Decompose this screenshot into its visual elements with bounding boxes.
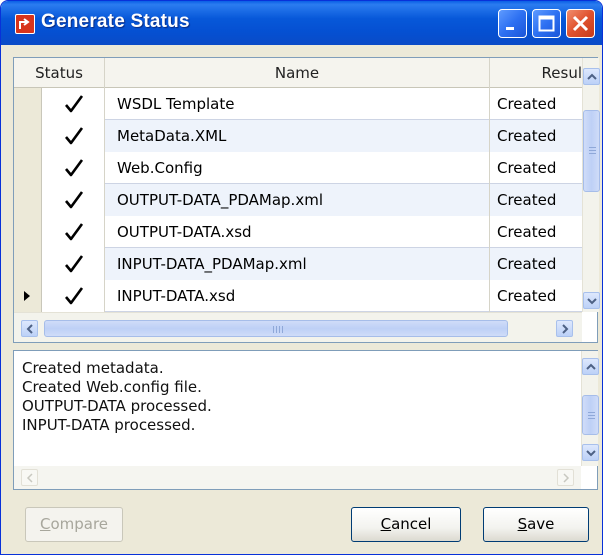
name-cell: WSDL Template (105, 88, 490, 120)
maximize-icon (538, 15, 555, 32)
save-mnemonic: S (517, 515, 528, 533)
status-cell (42, 216, 105, 248)
check-icon (65, 287, 84, 305)
result-cell: Created (497, 223, 557, 241)
scroll-thumb[interactable] (583, 110, 600, 192)
name-cell: OUTPUT-DATA.xsd (105, 216, 490, 248)
status-grid[interactable]: Status Name Resul WSDL Template Created … (13, 57, 600, 343)
table-row[interactable]: WSDL Template Created (14, 88, 582, 120)
scroll-thumb-horizontal[interactable] (44, 320, 508, 337)
check-icon (65, 127, 84, 145)
compare-button[interactable]: Compare (25, 507, 123, 542)
chevron-left-icon (26, 324, 33, 334)
result-cell: Created (490, 248, 582, 280)
status-cell (42, 248, 105, 280)
check-icon (65, 159, 84, 177)
log-output: Created metadata. Created Web.config fil… (22, 359, 577, 435)
name-cell: OUTPUT-DATA_PDAMap.xml (105, 184, 490, 216)
log-line: OUTPUT-DATA processed. (22, 397, 212, 415)
status-cell (42, 280, 105, 312)
check-icon (65, 255, 84, 273)
result-cell: Created (497, 159, 557, 177)
grid-header: Status Name Resul (14, 58, 582, 88)
app-icon (15, 14, 35, 34)
status-cell (42, 184, 105, 216)
window-title: Generate Status (41, 11, 190, 32)
status-cell (42, 120, 105, 152)
title-bar[interactable]: Generate Status (1, 1, 602, 45)
table-row[interactable]: INPUT-DATA_PDAMap.xml Created (14, 248, 582, 280)
row-selector[interactable] (14, 152, 42, 184)
generate-status-window: Generate Status Status Name Resul WSDL T… (0, 0, 603, 555)
cancel-mnemonic: C (380, 515, 392, 533)
result-cell: Created (497, 287, 557, 305)
name-cell: INPUT-DATA_PDAMap.xml (105, 248, 490, 280)
scroll-left-button[interactable] (21, 320, 38, 337)
table-row[interactable]: OUTPUT-DATA.xsd Created (14, 216, 582, 248)
status-cell (42, 88, 105, 120)
table-row[interactable]: INPUT-DATA.xsd Created (14, 280, 582, 312)
chevron-left-icon (26, 473, 33, 483)
grid-horizontal-scrollbar[interactable] (14, 312, 582, 342)
log-line: Created Web.config file. (22, 378, 202, 396)
table-row[interactable]: Web.Config Created (14, 152, 582, 184)
maximize-button[interactable] (532, 9, 561, 38)
grid-rows: WSDL Template Created MetaData.XML Creat… (14, 88, 582, 312)
scroll-down-button[interactable] (583, 292, 600, 309)
chevron-up-icon (586, 363, 596, 370)
log-textbox[interactable]: Created metadata. Created Web.config fil… (13, 350, 599, 490)
row-selector[interactable] (14, 280, 42, 312)
current-row-arrow-icon (24, 291, 30, 301)
name-cell: MetaData.XML (105, 120, 490, 152)
result-cell: Created (497, 95, 557, 113)
log-vertical-scrollbar[interactable] (581, 351, 599, 466)
result-cell: Created (490, 120, 582, 152)
name-cell: Web.Config (105, 152, 490, 184)
close-icon (572, 15, 589, 32)
log-line: Created metadata. (22, 359, 164, 377)
row-selector[interactable] (14, 88, 42, 120)
scroll-down-button[interactable] (582, 444, 599, 461)
save-label: ave (527, 515, 555, 533)
scroll-right-button[interactable] (556, 320, 573, 337)
column-header-name[interactable]: Name (105, 58, 490, 88)
name-cell: INPUT-DATA.xsd (105, 280, 490, 312)
check-icon (65, 95, 84, 113)
grid-vertical-scrollbar[interactable] (582, 58, 600, 312)
status-cell (42, 152, 105, 184)
result-cell: Created (490, 184, 582, 216)
scroll-up-button[interactable] (583, 68, 600, 85)
scroll-left-button (21, 469, 38, 486)
chevron-right-icon (563, 473, 570, 483)
row-selector[interactable] (14, 216, 42, 248)
log-line: INPUT-DATA processed. (22, 416, 196, 434)
check-icon (65, 191, 84, 209)
column-header-status[interactable]: Status (14, 58, 105, 88)
chevron-down-icon (586, 450, 596, 457)
cancel-label: ancel (391, 515, 432, 533)
row-selector[interactable] (14, 184, 42, 216)
compare-mnemonic: C (39, 515, 51, 533)
scroll-right-button (557, 469, 574, 486)
chevron-down-icon (587, 298, 597, 305)
table-row[interactable]: OUTPUT-DATA_PDAMap.xml Created (14, 184, 582, 216)
row-selector[interactable] (14, 120, 42, 152)
close-button[interactable] (566, 9, 595, 38)
chevron-up-icon (587, 73, 597, 80)
table-row[interactable]: MetaData.XML Created (14, 120, 582, 152)
check-icon (65, 223, 84, 241)
save-button[interactable]: Save (483, 507, 589, 542)
compare-label: ompare (50, 515, 109, 533)
minimize-button[interactable] (498, 9, 527, 38)
row-selector[interactable] (14, 248, 42, 280)
scroll-up-button[interactable] (582, 358, 599, 375)
log-horizontal-scrollbar (14, 466, 581, 489)
column-header-result[interactable]: Resul (490, 58, 582, 88)
scroll-thumb[interactable] (582, 395, 599, 435)
chevron-right-icon (562, 324, 569, 334)
cancel-button[interactable]: Cancel (351, 507, 461, 542)
minimize-icon (506, 27, 514, 30)
